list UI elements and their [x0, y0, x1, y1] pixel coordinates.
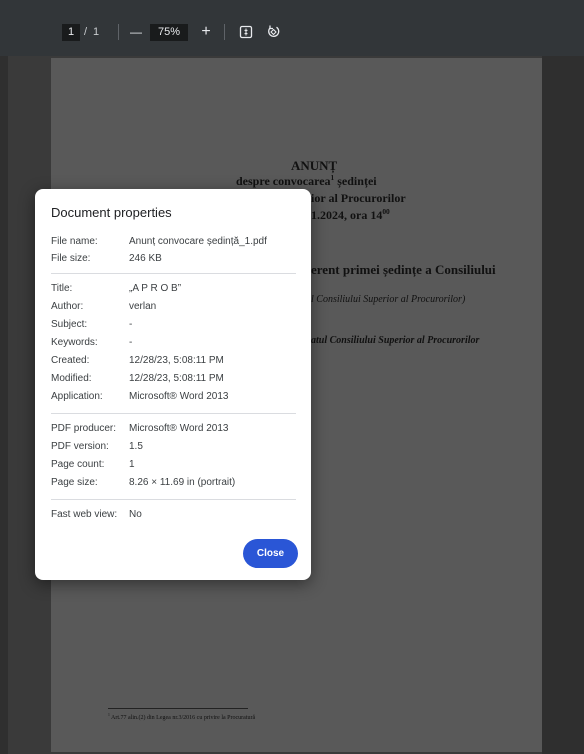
zoom-out-button[interactable]: —: [124, 20, 148, 44]
document-properties-dialog: Document properties File name: Anunț con…: [35, 189, 311, 580]
prop-value: 12/28/23, 5:08:11 PM: [129, 355, 224, 366]
prop-value: Anunț convocare ședință_1.pdf: [129, 236, 267, 247]
prop-row-pdf-producer: PDF producer: Microsoft® Word 2013: [51, 421, 301, 437]
page-number-input[interactable]: 1: [62, 24, 80, 41]
doc-agenda-line: erent primei ședințe a Consiliului: [311, 262, 496, 277]
toolbar-divider: [224, 24, 225, 40]
prop-row-title: Title: „A P R O B”: [51, 281, 301, 297]
prop-row-file-size: File size: 246 KB: [51, 251, 301, 267]
prop-row-page-count: Page count: 1: [51, 457, 301, 473]
doc-date-line: 1.2024, ora 1400: [311, 207, 390, 222]
prop-label: Fast web view:: [51, 509, 118, 520]
prop-value: -: [129, 319, 133, 330]
prop-label: Author:: [51, 301, 84, 312]
prop-label: File name:: [51, 236, 98, 247]
prop-row-page-size: Page size: 8.26 × 11.69 in (portrait): [51, 475, 301, 491]
prop-label: Page count:: [51, 459, 105, 470]
prop-value: „A P R O B”: [129, 283, 182, 294]
doc-italic-line: l Consiliului Superior al Procurorilor): [311, 294, 466, 305]
footnote-rule: [108, 708, 248, 709]
zoom-in-button[interactable]: +: [194, 20, 218, 44]
prop-row-pdf-version: PDF version: 1.5: [51, 439, 301, 455]
prop-value: -: [129, 337, 133, 348]
viewer-left-margin: [0, 56, 8, 754]
prop-label: PDF producer:: [51, 423, 117, 434]
prop-label: Application:: [51, 391, 103, 402]
dialog-separator: [51, 413, 296, 414]
prop-row-keywords: Keywords: -: [51, 335, 301, 351]
prop-value: 246 KB: [129, 253, 162, 264]
viewer-right-margin: [542, 56, 584, 754]
prop-label: PDF version:: [51, 441, 109, 452]
plus-icon: +: [201, 23, 211, 40]
prop-value: verlan: [129, 301, 157, 312]
prop-label: File size:: [51, 253, 91, 264]
prop-value: Microsoft® Word 2013: [129, 391, 229, 402]
prop-label: Created:: [51, 355, 90, 366]
prop-row-subject: Subject: -: [51, 317, 301, 333]
prop-label: Modified:: [51, 373, 92, 384]
prop-row-author: Author: verlan: [51, 299, 301, 315]
rotate-icon: [267, 25, 279, 37]
rotate-button[interactable]: [261, 20, 285, 44]
pdf-toolbar: 1 / 1 — 75% +: [0, 0, 584, 56]
doc-subtitle: despre convocarea1 ședinței: [236, 173, 377, 188]
minus-icon: —: [130, 25, 142, 39]
prop-value: 1: [129, 459, 135, 470]
dialog-separator: [51, 273, 296, 274]
prop-value: No: [129, 509, 142, 520]
prop-value: Microsoft® Word 2013: [129, 423, 229, 434]
prop-label: Page size:: [51, 477, 98, 488]
prop-value: 8.26 × 11.69 in (portrait): [129, 477, 236, 488]
prop-row-created: Created: 12/28/23, 5:08:11 PM: [51, 353, 301, 369]
doc-italic-bold-line: atul Consiliului Superior al Procurorilo…: [311, 335, 480, 346]
prop-row-fast-web-view: Fast web view: No: [51, 507, 301, 523]
prop-row-modified: Modified: 12/28/23, 5:08:11 PM: [51, 371, 301, 387]
page-total: 1: [93, 26, 100, 38]
zoom-level-input[interactable]: 75%: [150, 24, 188, 41]
toolbar-divider: [118, 24, 119, 40]
doc-footnote: 1 Art.77 alin.(2) din Legea nr.3/2016 cu…: [108, 713, 256, 721]
dialog-separator: [51, 499, 296, 500]
fit-page-icon: [239, 25, 253, 39]
dialog-title: Document properties: [51, 205, 172, 220]
prop-row-application: Application: Microsoft® Word 2013: [51, 389, 301, 405]
prop-label: Title:: [51, 283, 73, 294]
close-button[interactable]: Close: [243, 539, 298, 568]
fit-page-button[interactable]: [234, 20, 258, 44]
prop-label: Subject:: [51, 319, 88, 330]
prop-label: Keywords:: [51, 337, 98, 348]
doc-heading: ANUNȚ: [291, 158, 338, 173]
prop-row-file-name: File name: Anunț convocare ședință_1.pdf: [51, 234, 301, 250]
page-separator: /: [84, 26, 88, 38]
prop-value: 1.5: [129, 441, 143, 452]
prop-value: 12/28/23, 5:08:11 PM: [129, 373, 224, 384]
doc-subtitle-2: ior al Procurorilor: [311, 191, 406, 205]
